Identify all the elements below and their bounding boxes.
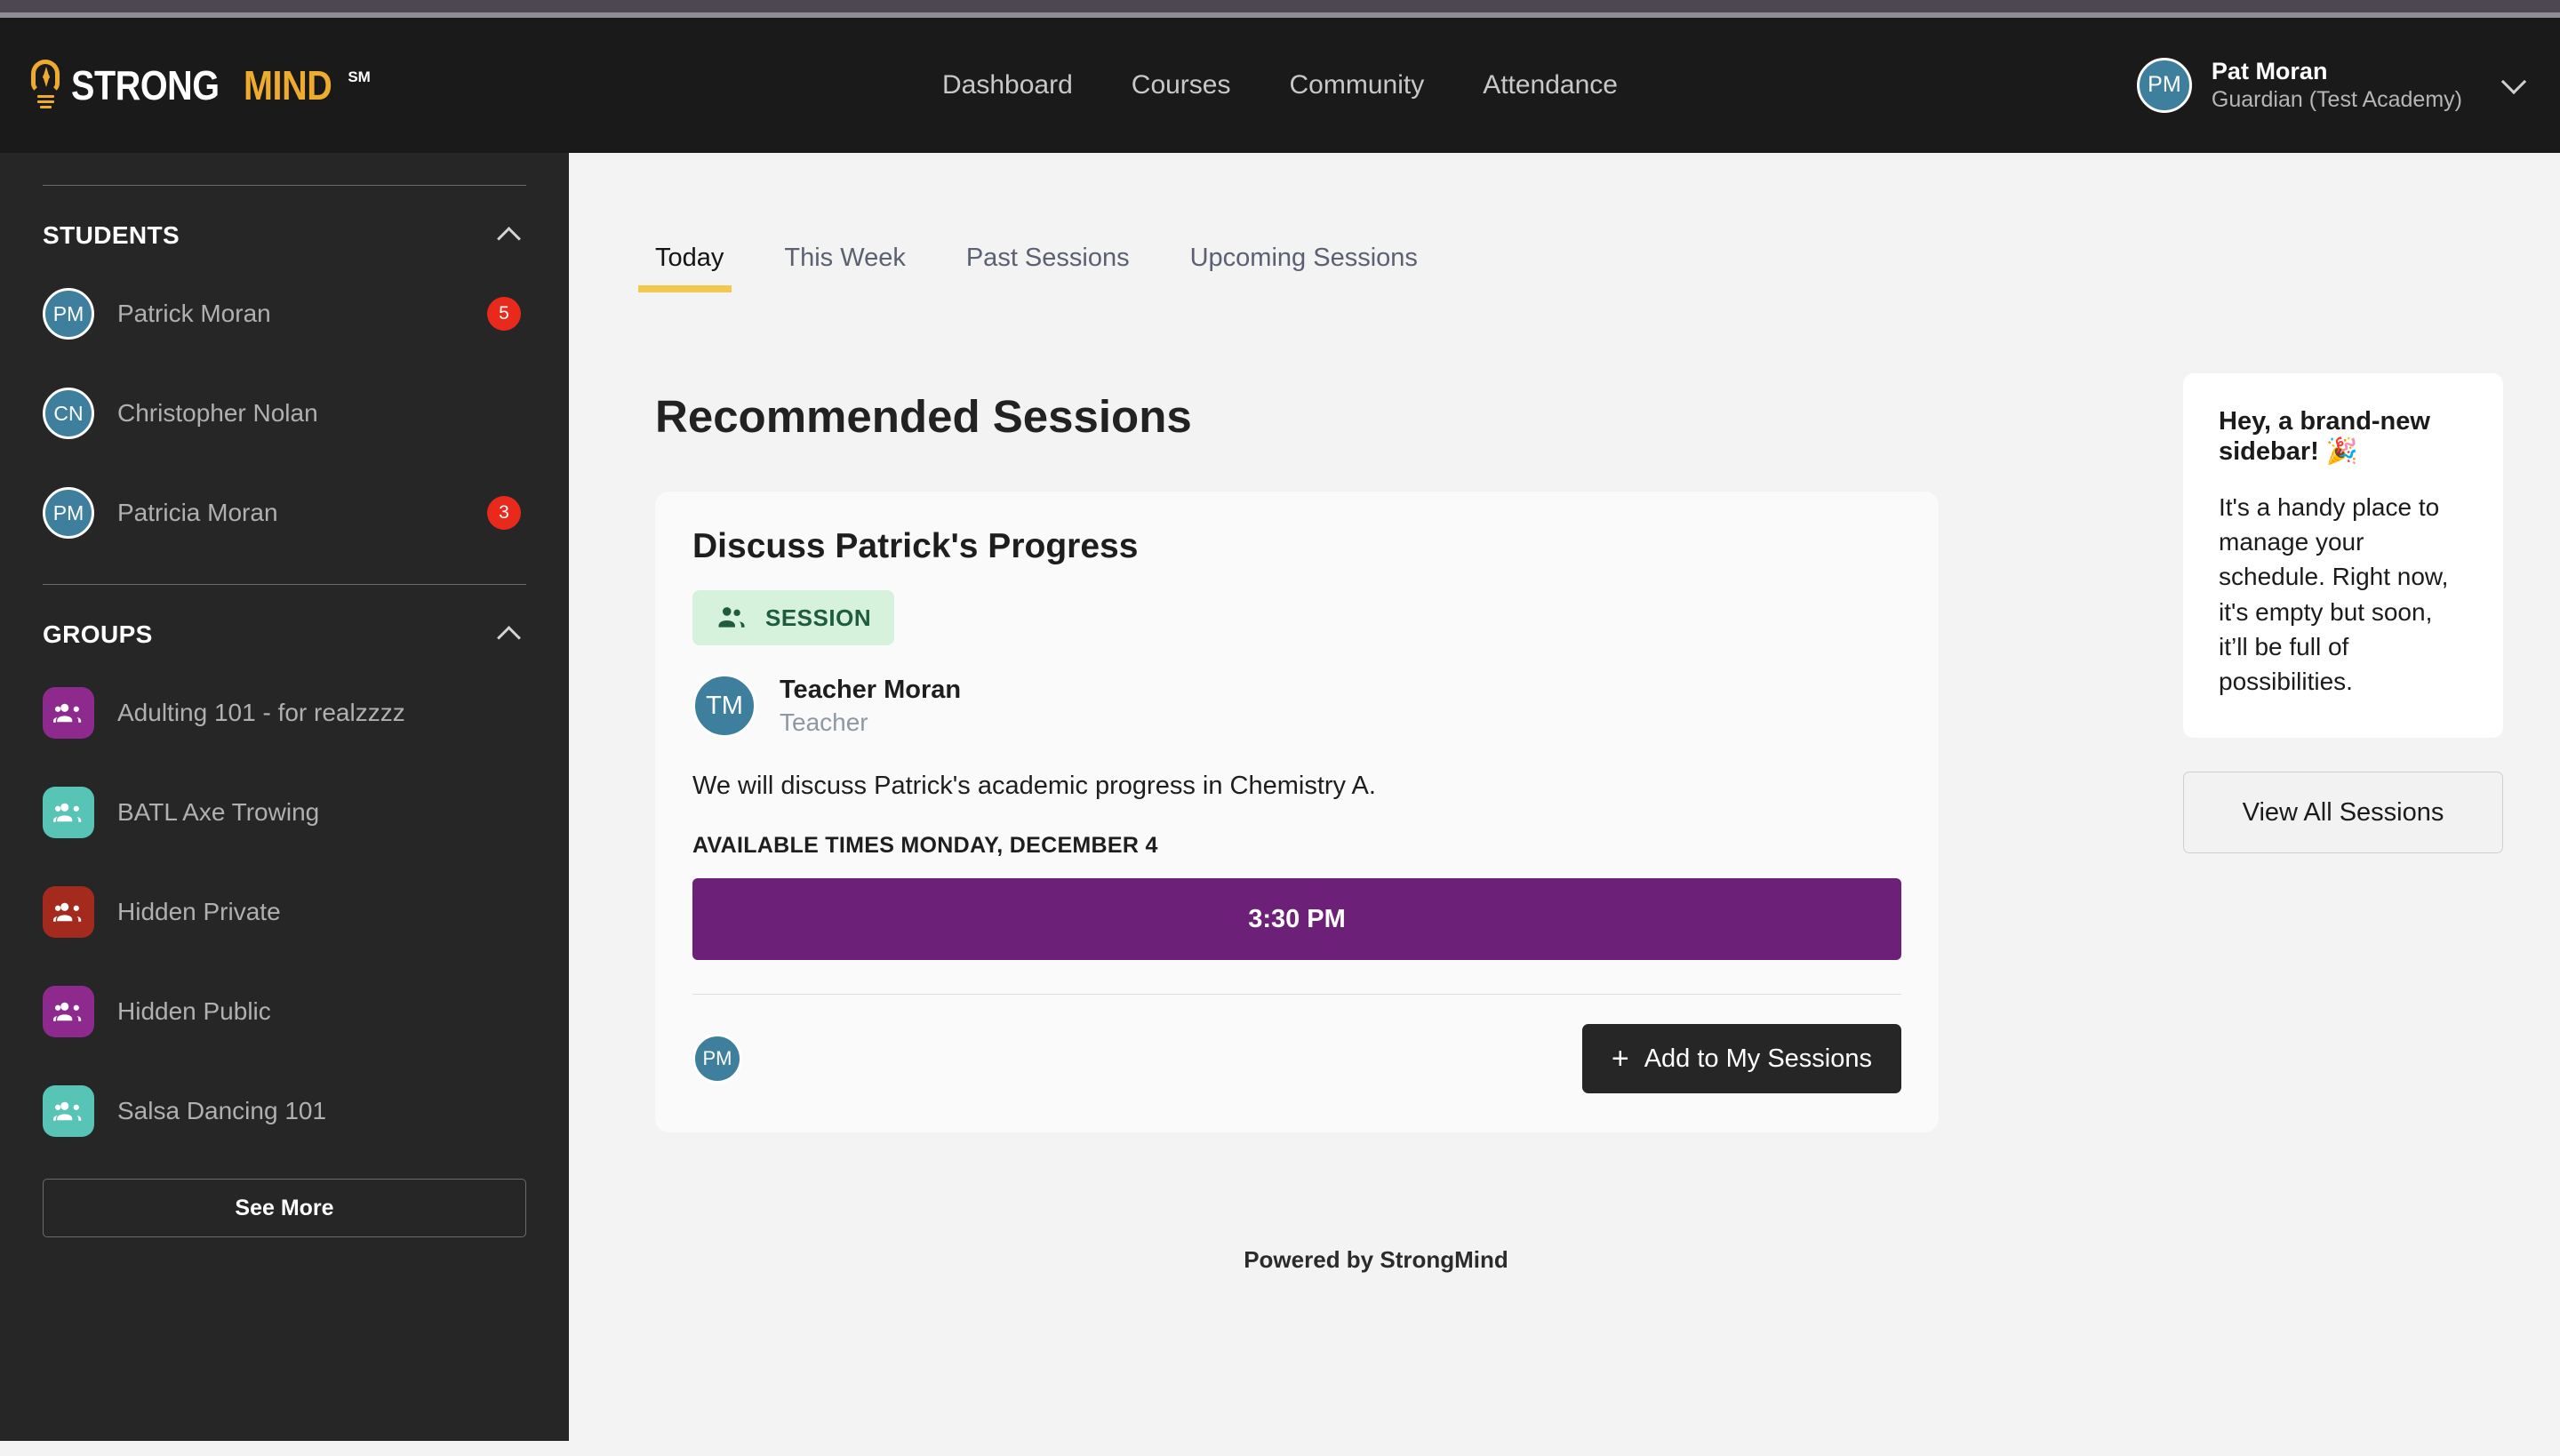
- sidebar-item-label: Salsa Dancing 101: [117, 1097, 327, 1124]
- promo-body: It's a handy place to manage your schedu…: [2219, 493, 2449, 695]
- avatar: PM: [692, 1034, 742, 1084]
- status-badge: SESSION: [692, 590, 895, 645]
- available-times-label: AVAILABLE TIMES MONDAY, DECEMBER 4: [692, 833, 1158, 858]
- session-card: Discuss Patrick's Progress SESSION TM Te…: [655, 492, 1939, 1132]
- promo-title: Hey, a brand-new sidebar! 🎉: [2219, 407, 2430, 466]
- status-badge-label: SESSION: [765, 604, 872, 631]
- avatar: PM: [43, 288, 94, 340]
- brand-mind-text: MIND: [243, 62, 332, 108]
- group-people-icon: [43, 886, 94, 938]
- time-slot-button[interactable]: 3:30 PM: [692, 878, 1901, 960]
- sidebar-item-label: BATL Axe Trowing: [117, 798, 320, 826]
- sidebar-item-salsa-dancing-101[interactable]: Salsa Dancing 101: [43, 1061, 526, 1161]
- sidebar-item-christopher-nolan[interactable]: CN Christopher Nolan: [43, 364, 526, 463]
- session-card-footer: PM + Add to My Sessions: [692, 1024, 1901, 1093]
- sidebar-item-patrick-moran[interactable]: PM Patrick Moran 5: [43, 264, 526, 364]
- tab-today[interactable]: Today: [638, 244, 754, 292]
- user-identity: Pat Moran Guardian (Test Academy): [2212, 57, 2462, 114]
- add-to-my-sessions-label: Add to My Sessions: [1644, 1044, 1872, 1073]
- sidebar-item-hidden-public[interactable]: Hidden Public: [43, 962, 526, 1061]
- powered-by-footer: Powered by StrongMind: [1244, 1246, 1508, 1273]
- sidebar-item-label: Hidden Private: [117, 898, 281, 925]
- status-badge: 5: [487, 297, 521, 331]
- host-name: Teacher Moran: [780, 676, 962, 705]
- sidebar-promo-card: Hey, a brand-new sidebar! 🎉 It's a handy…: [2183, 373, 2503, 739]
- view-all-sessions-button[interactable]: View All Sessions: [2183, 772, 2503, 854]
- main-nav: Dashboard Courses Community Attendance: [913, 70, 1647, 100]
- browser-chrome-bar: [0, 0, 2560, 12]
- sidebar-item-patricia-moran[interactable]: PM Patricia Moran 3: [43, 463, 526, 563]
- sidebar-item-label: Adulting 101 - for realzzzz: [117, 699, 405, 726]
- session-host: TM Teacher Moran Teacher: [692, 674, 1901, 738]
- plus-icon: +: [1611, 1042, 1629, 1076]
- tab-past-sessions[interactable]: Past Sessions: [936, 244, 1160, 292]
- page-title: Recommended Sessions: [655, 391, 1192, 442]
- avatar: TM: [692, 674, 756, 738]
- brand-strong-text: STRONG: [71, 62, 220, 108]
- nav-item-dashboard[interactable]: Dashboard: [913, 70, 1102, 100]
- sidebar-item-label: Hidden Public: [117, 997, 271, 1025]
- nav-item-courses[interactable]: Courses: [1102, 70, 1260, 100]
- host-role: Teacher: [780, 708, 868, 736]
- session-description: We will discuss Patrick's academic progr…: [692, 772, 1376, 800]
- card-footer-divider: [692, 994, 1901, 995]
- sidebar-item-hidden-private[interactable]: Hidden Private: [43, 862, 526, 962]
- main-content: Today This Week Past Sessions Upcoming S…: [569, 153, 2560, 1456]
- lightbulb-icon: [27, 60, 64, 111]
- nav-item-community[interactable]: Community: [1260, 70, 1453, 100]
- nav-item-attendance[interactable]: Attendance: [1453, 70, 1647, 100]
- session-title: Discuss Patrick's Progress: [692, 527, 1139, 565]
- group-people-icon: [43, 687, 94, 739]
- sidebar-item-batl-axe-trowing[interactable]: BATL Axe Trowing: [43, 763, 526, 862]
- groups-section-header[interactable]: GROUPS: [43, 620, 526, 650]
- status-badge: 3: [487, 496, 521, 530]
- right-rail: Hey, a brand-new sidebar! 🎉 It's a handy…: [2183, 153, 2560, 1456]
- students-section-label: STUDENTS: [43, 221, 180, 249]
- group-people-icon: [43, 787, 94, 838]
- chevron-down-icon[interactable]: [2500, 68, 2527, 95]
- session-tabs: Today This Week Past Sessions Upcoming S…: [638, 153, 2114, 292]
- user-menu[interactable]: PM Pat Moran Guardian (Test Academy): [2136, 57, 2527, 114]
- page-layout: STUDENTS PM Patrick Moran 5 CN Christoph…: [0, 153, 2560, 1456]
- sidebar-top-divider: [43, 185, 526, 186]
- people-icon: [718, 607, 745, 628]
- user-name: Pat Moran: [2211, 58, 2328, 85]
- user-role: Guardian (Test Academy): [2211, 86, 2462, 112]
- see-more-button[interactable]: See More: [43, 1179, 526, 1237]
- add-to-my-sessions-button[interactable]: + Add to My Sessions: [1581, 1024, 1901, 1093]
- students-section-header[interactable]: STUDENTS: [43, 221, 526, 251]
- sidebar-item-label: Patricia Moran: [117, 499, 278, 526]
- content-center-column: Today This Week Past Sessions Upcoming S…: [569, 153, 2183, 1456]
- chevron-up-icon[interactable]: [497, 625, 521, 650]
- sidebar-item-label: Christopher Nolan: [117, 399, 318, 427]
- chevron-up-icon[interactable]: [497, 226, 521, 251]
- avatar: PM: [43, 487, 94, 539]
- host-identity: Teacher Moran Teacher: [780, 674, 961, 737]
- sidebar-item-label: Patrick Moran: [117, 300, 271, 327]
- tab-upcoming-sessions[interactable]: Upcoming Sessions: [1160, 244, 1448, 292]
- tab-this-week[interactable]: This Week: [754, 244, 935, 292]
- sidebar-mid-divider: [43, 584, 526, 585]
- group-people-icon: [43, 1085, 94, 1137]
- app-header: STRONG MIND SM Dashboard Courses Communi…: [0, 18, 2560, 153]
- sidebar-item-adulting-101[interactable]: Adulting 101 - for realzzzz: [43, 663, 526, 763]
- avatar: PM: [2136, 57, 2192, 113]
- brand-servicemark: SM: [348, 68, 371, 85]
- avatar: CN: [43, 388, 94, 439]
- left-sidebar: STUDENTS PM Patrick Moran 5 CN Christoph…: [0, 153, 569, 1441]
- groups-section-label: GROUPS: [43, 620, 153, 648]
- group-people-icon: [43, 986, 94, 1037]
- brand-logo[interactable]: STRONG MIND SM: [27, 60, 371, 111]
